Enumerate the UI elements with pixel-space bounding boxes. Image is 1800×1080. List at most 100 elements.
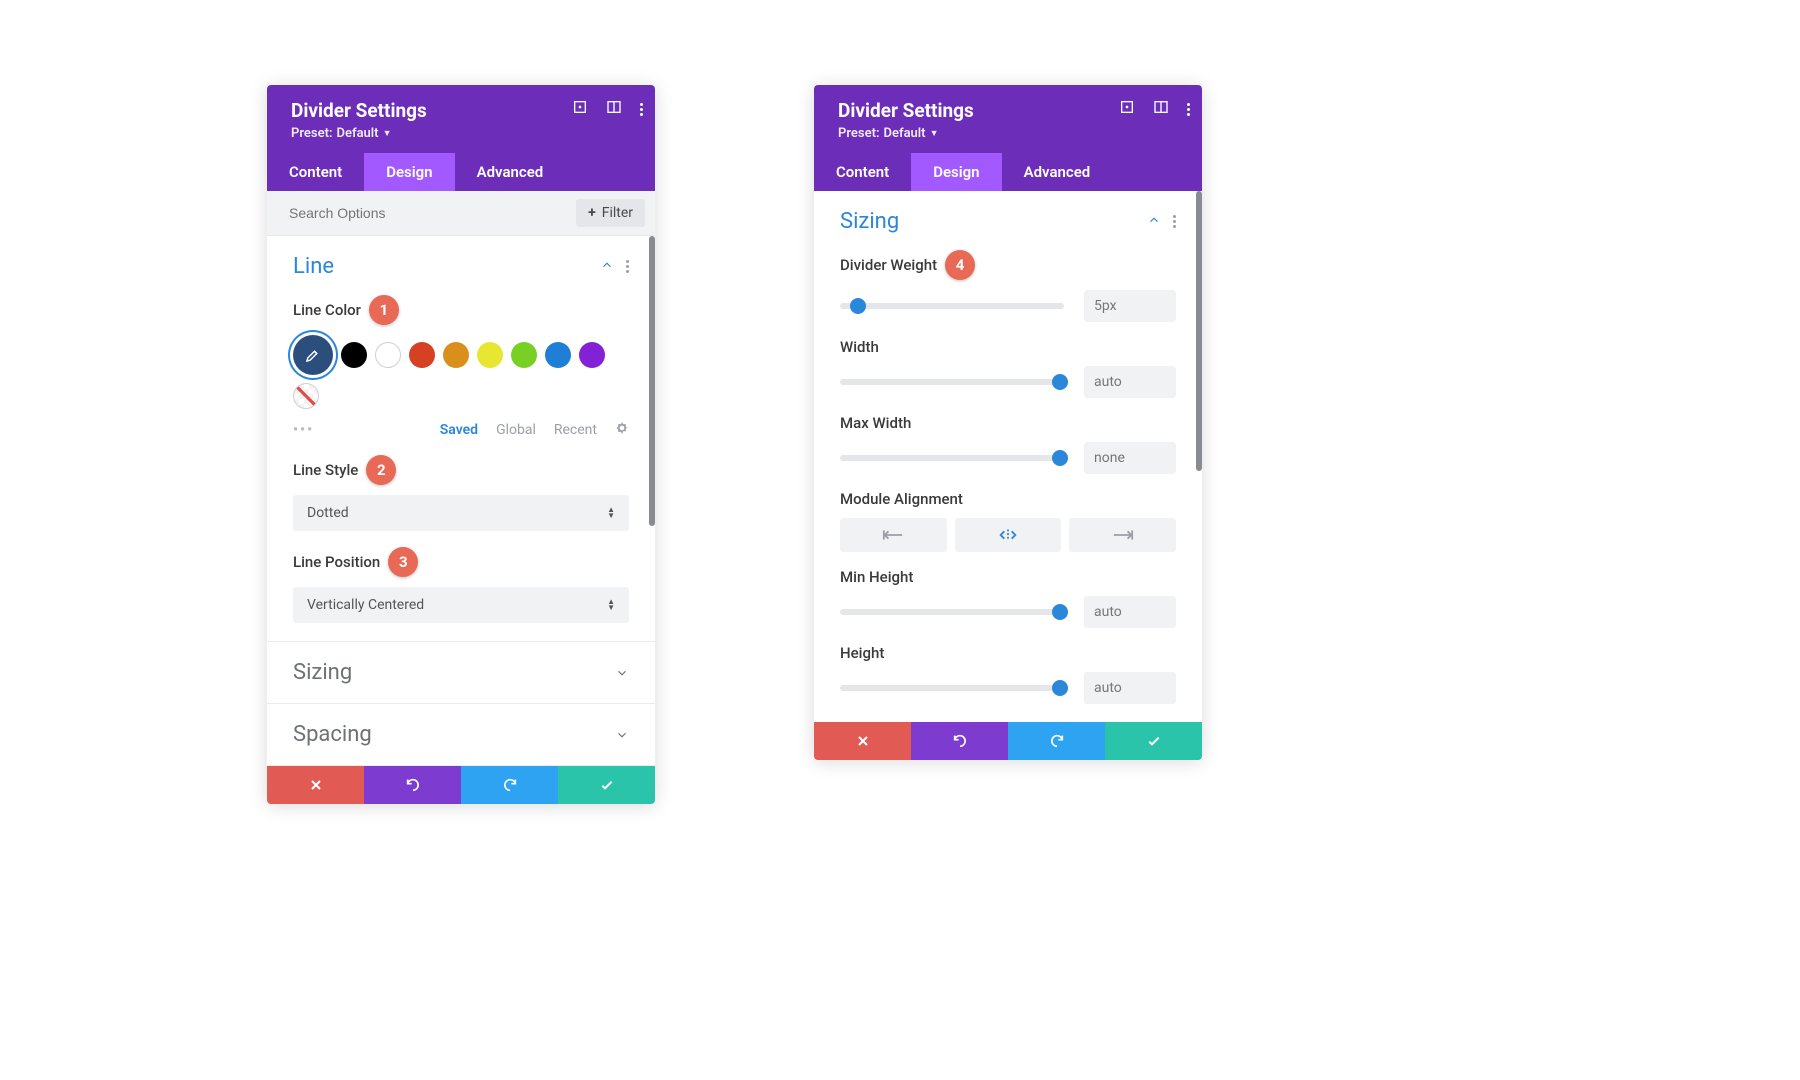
line-color-label: Line Color 1 xyxy=(293,295,629,325)
tab-advanced[interactable]: Advanced xyxy=(1002,153,1113,191)
color-swatch[interactable] xyxy=(579,342,605,368)
color-swatch[interactable] xyxy=(341,342,367,368)
scrollbar[interactable] xyxy=(1196,191,1202,471)
focus-icon[interactable] xyxy=(1119,99,1135,119)
width-slider[interactable] xyxy=(840,379,1064,385)
chevron-up-icon[interactable] xyxy=(1147,213,1161,231)
alignment-buttons xyxy=(840,518,1176,552)
filter-button[interactable]: + Filter xyxy=(576,199,645,227)
chevron-down-icon xyxy=(615,666,629,680)
min-height-slider[interactable] xyxy=(840,609,1064,615)
annotation-badge-4: 4 xyxy=(945,250,975,280)
line-style-select[interactable]: Dotted ▲▼ xyxy=(293,495,629,531)
tabs: Content Design Advanced xyxy=(267,153,655,191)
min-height-input[interactable]: auto xyxy=(1084,596,1176,628)
columns-icon[interactable] xyxy=(606,99,622,119)
panel-header: Divider Settings Preset: Default ▼ xyxy=(814,85,1202,153)
palette-recent[interactable]: Recent xyxy=(554,422,597,438)
section-spacing-collapsed[interactable]: Spacing xyxy=(267,703,655,766)
settings-panel-line: Divider Settings Preset: Default ▼ Conte… xyxy=(267,85,655,804)
chevron-up-icon[interactable] xyxy=(600,258,614,276)
palette-global[interactable]: Global xyxy=(496,422,536,438)
divider-weight-label: Divider Weight 4 xyxy=(840,250,1176,280)
section-more-icon[interactable] xyxy=(1173,215,1176,228)
tab-content[interactable]: Content xyxy=(814,153,911,191)
panel-body: Sizing Divider Weight 4 5px xyxy=(814,191,1202,722)
module-alignment-label: Module Alignment xyxy=(840,490,1176,508)
height-input[interactable]: auto xyxy=(1084,672,1176,704)
search-input[interactable] xyxy=(287,204,576,222)
max-width-slider[interactable] xyxy=(840,455,1064,461)
more-icon[interactable] xyxy=(640,103,643,116)
select-arrows-icon: ▲▼ xyxy=(607,507,615,519)
color-swatches xyxy=(293,335,629,409)
min-height-label: Min Height xyxy=(840,568,1176,586)
color-swatch[interactable] xyxy=(477,342,503,368)
section-sizing: Sizing Divider Weight 4 5px xyxy=(814,191,1202,722)
section-more-icon[interactable] xyxy=(626,260,629,273)
palette-tabs: ••• Saved Global Recent xyxy=(293,421,629,439)
annotation-badge-2: 2 xyxy=(366,455,396,485)
color-picker-swatch[interactable] xyxy=(293,335,333,375)
line-style-label: Line Style 2 xyxy=(293,455,629,485)
redo-button[interactable] xyxy=(461,766,558,804)
search-row: + Filter xyxy=(267,191,655,236)
cancel-button[interactable] xyxy=(814,722,911,760)
align-center-button[interactable] xyxy=(955,518,1062,552)
panel-header: Divider Settings Preset: Default ▼ xyxy=(267,85,655,153)
color-swatch[interactable] xyxy=(375,342,401,368)
tab-advanced[interactable]: Advanced xyxy=(455,153,566,191)
scrollbar[interactable] xyxy=(649,236,655,526)
color-swatch[interactable] xyxy=(443,342,469,368)
caret-down-icon: ▼ xyxy=(930,128,939,139)
max-width-label: Max Width xyxy=(840,414,1176,432)
chevron-down-icon xyxy=(615,728,629,742)
redo-button[interactable] xyxy=(1008,722,1105,760)
section-line: Line Line Color 1 xyxy=(267,236,655,641)
line-position-select[interactable]: Vertically Centered ▲▼ xyxy=(293,587,629,623)
tab-design[interactable]: Design xyxy=(911,153,1001,191)
color-swatch[interactable] xyxy=(511,342,537,368)
more-swatches-icon[interactable]: ••• xyxy=(293,422,314,438)
height-label: Height xyxy=(840,644,1176,662)
more-icon[interactable] xyxy=(1187,103,1190,116)
focus-icon[interactable] xyxy=(572,99,588,119)
preset-selector[interactable]: Preset: Default ▼ xyxy=(838,126,1182,141)
panel-footer xyxy=(267,766,655,804)
select-arrows-icon: ▲▼ xyxy=(607,599,615,611)
annotation-badge-1: 1 xyxy=(369,295,399,325)
undo-button[interactable] xyxy=(364,766,461,804)
color-swatch[interactable] xyxy=(409,342,435,368)
tabs: Content Design Advanced xyxy=(814,153,1202,191)
palette-saved[interactable]: Saved xyxy=(440,422,478,438)
annotation-badge-3: 3 xyxy=(388,547,418,577)
caret-down-icon: ▼ xyxy=(383,128,392,139)
preset-selector[interactable]: Preset: Default ▼ xyxy=(291,126,635,141)
undo-button[interactable] xyxy=(911,722,1008,760)
gear-icon[interactable] xyxy=(615,421,629,439)
width-input[interactable]: auto xyxy=(1084,366,1176,398)
save-button[interactable] xyxy=(1105,722,1202,760)
section-title-sizing: Sizing xyxy=(840,209,899,234)
settings-panel-sizing: Divider Settings Preset: Default ▼ Conte… xyxy=(814,85,1202,760)
section-title-line: Line xyxy=(293,254,334,279)
save-button[interactable] xyxy=(558,766,655,804)
max-width-input[interactable]: none xyxy=(1084,442,1176,474)
line-position-label: Line Position 3 xyxy=(293,547,629,577)
no-color-swatch[interactable] xyxy=(293,383,319,409)
tab-design[interactable]: Design xyxy=(364,153,454,191)
section-sizing-collapsed[interactable]: Sizing xyxy=(267,641,655,703)
panel-body: Line Line Color 1 xyxy=(267,236,655,766)
divider-weight-input[interactable]: 5px xyxy=(1084,290,1176,322)
tab-content[interactable]: Content xyxy=(267,153,364,191)
panel-footer xyxy=(814,722,1202,760)
color-swatch[interactable] xyxy=(545,342,571,368)
height-slider[interactable] xyxy=(840,685,1064,691)
align-left-button[interactable] xyxy=(840,518,947,552)
width-label: Width xyxy=(840,338,1176,356)
align-right-button[interactable] xyxy=(1069,518,1176,552)
cancel-button[interactable] xyxy=(267,766,364,804)
plus-icon: + xyxy=(588,205,596,221)
columns-icon[interactable] xyxy=(1153,99,1169,119)
divider-weight-slider[interactable] xyxy=(840,303,1064,309)
